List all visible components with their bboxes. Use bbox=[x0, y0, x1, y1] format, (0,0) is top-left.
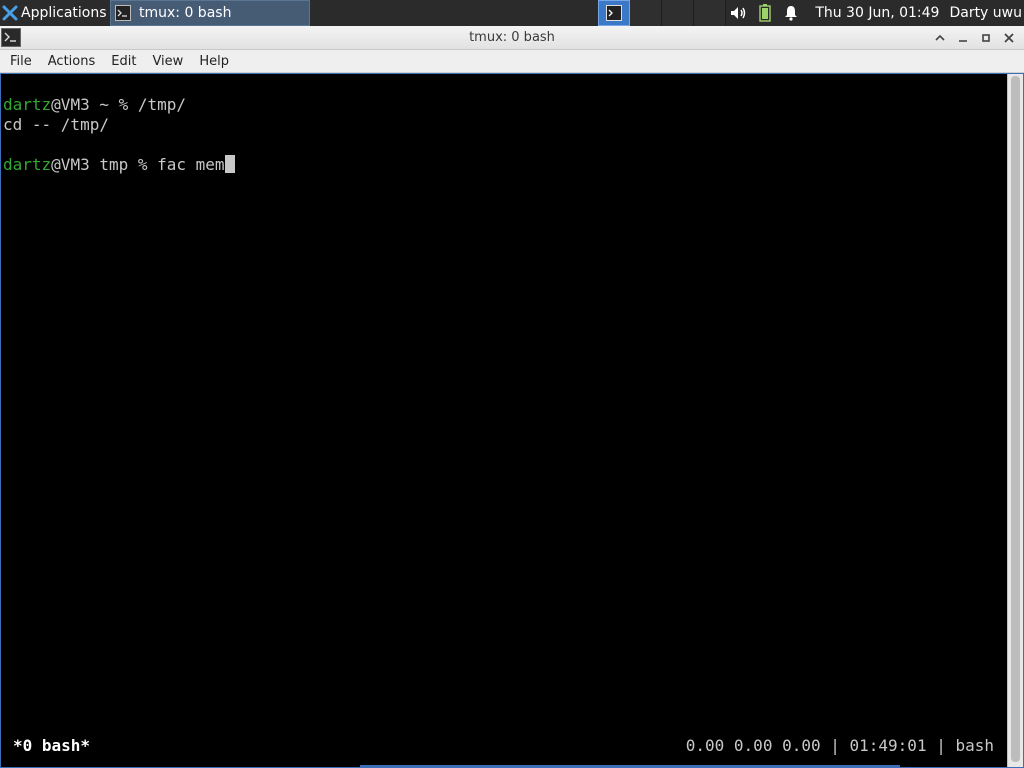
notification-bell-icon[interactable] bbox=[779, 0, 803, 26]
terminal-line: dartz@VM3 tmp % fac mem bbox=[3, 155, 235, 175]
menu-help[interactable]: Help bbox=[191, 50, 237, 73]
xfce-logo-icon bbox=[2, 5, 18, 21]
scrollbar[interactable] bbox=[1007, 74, 1023, 767]
menu-file[interactable]: File bbox=[0, 50, 40, 73]
window-title: tmux: 0 bash bbox=[469, 30, 555, 45]
prompt-rest: @VM3 tmp % fac mem bbox=[51, 155, 225, 174]
minimize-icon[interactable] bbox=[951, 26, 974, 50]
tmux-status-right: 0.00 0.00 0.00 | 01:49:01 | bash bbox=[685, 736, 994, 755]
workspace-2[interactable] bbox=[630, 0, 662, 26]
panel-tray: Thu 30 Jun, 01:49 Darty uwu bbox=[727, 0, 1024, 26]
prompt-rest: @VM3 ~ % /tmp/ bbox=[51, 95, 187, 114]
workspace-switcher[interactable] bbox=[598, 0, 726, 26]
menu-view[interactable]: View bbox=[144, 50, 191, 73]
applications-menu[interactable]: Applications ⋮ bbox=[0, 0, 110, 26]
tmux-window-list[interactable]: *0 bash* bbox=[13, 736, 90, 755]
text-cursor bbox=[224, 155, 235, 173]
window-controls bbox=[928, 26, 1020, 50]
workspace-4[interactable] bbox=[694, 0, 726, 26]
maximize-icon[interactable] bbox=[974, 26, 997, 50]
scrollbar-thumb[interactable] bbox=[1011, 76, 1020, 762]
menu-edit[interactable]: Edit bbox=[103, 50, 144, 73]
terminal-line: cd -- /tmp/ bbox=[3, 115, 109, 134]
terminal-line: dartz@VM3 ~ % /tmp/ bbox=[3, 95, 186, 115]
top-panel: Applications ⋮ tmux: 0 bash bbox=[0, 0, 1024, 26]
applications-label: Applications bbox=[21, 5, 107, 21]
terminal-icon bbox=[606, 5, 622, 21]
shade-up-icon[interactable] bbox=[928, 26, 951, 50]
terminal-icon bbox=[115, 5, 131, 21]
prompt-user: dartz bbox=[3, 155, 52, 174]
close-icon[interactable] bbox=[997, 26, 1020, 50]
taskbar-item-label: tmux: 0 bash bbox=[139, 5, 232, 21]
menu-actions[interactable]: Actions bbox=[40, 50, 104, 73]
terminal-output[interactable]: dartz@VM3 ~ % /tmp/ cd -- /tmp/ dartz@VM… bbox=[2, 74, 1007, 764]
window-titlebar[interactable]: tmux: 0 bash bbox=[0, 26, 1024, 50]
taskbar-item-tmux[interactable]: tmux: 0 bash bbox=[110, 0, 310, 26]
menu-bar: File Actions Edit View Help bbox=[0, 50, 1024, 73]
prompt-user: dartz bbox=[3, 95, 52, 114]
terminal-area[interactable]: dartz@VM3 ~ % /tmp/ cd -- /tmp/ dartz@VM… bbox=[0, 73, 1024, 768]
workspace-1[interactable] bbox=[598, 0, 630, 26]
battery-icon[interactable] bbox=[753, 0, 777, 26]
volume-icon[interactable] bbox=[727, 0, 751, 26]
workspace-3[interactable] bbox=[662, 0, 694, 26]
clock[interactable]: Thu 30 Jun, 01:49 bbox=[815, 5, 939, 21]
user-menu[interactable]: Darty uwu bbox=[949, 5, 1022, 21]
tmux-status-bar: *0 bash* 0.00 0.00 0.00 | 01:49:01 | bas… bbox=[2, 734, 1007, 758]
